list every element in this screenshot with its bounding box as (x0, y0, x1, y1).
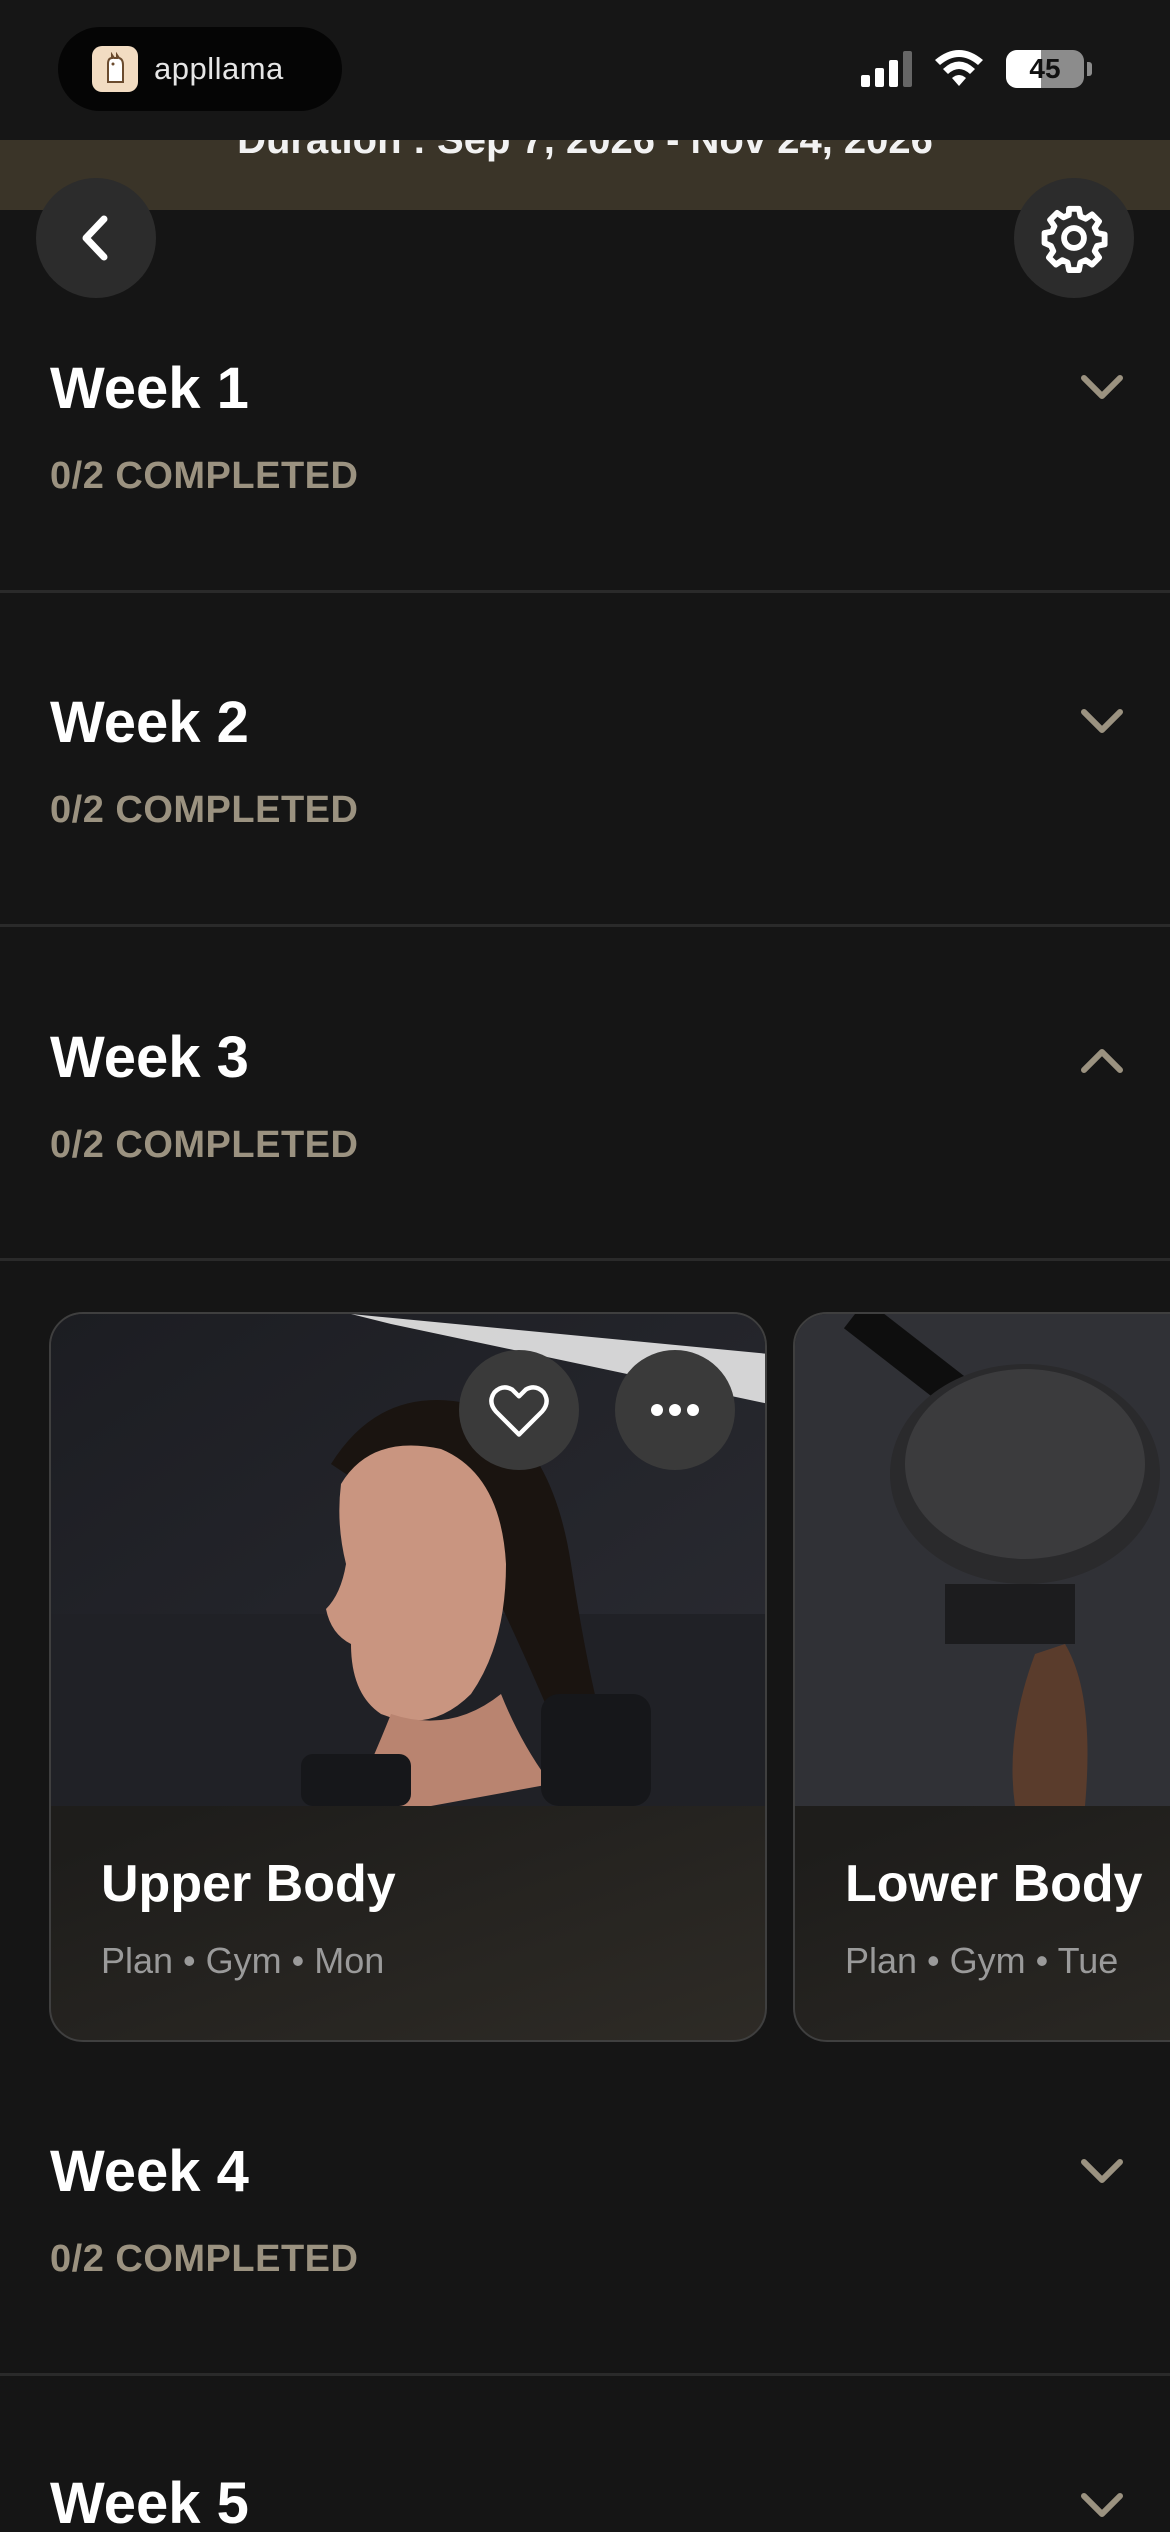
status-icons: 45 (861, 50, 1092, 88)
more-options-button[interactable] (615, 1350, 735, 1470)
ellipsis-icon (651, 1404, 699, 1416)
app-name: appllama (154, 51, 284, 86)
week-title: Week 2 (50, 690, 249, 755)
workout-photo (795, 1314, 1170, 1806)
program-screen: appllama 45 Duration : Sep 7, 2026 - Nov… (0, 0, 1170, 2532)
heart-icon (489, 1385, 549, 1437)
duration-banner: Duration : Sep 7, 2026 - Nov 24, 2026 (0, 140, 1170, 210)
chevron-up-icon[interactable] (1072, 1040, 1132, 1080)
cellular-signal-icon (861, 51, 912, 87)
wifi-icon (935, 50, 983, 86)
week-status: 0/2 COMPLETED (50, 1124, 359, 1166)
back-button[interactable] (36, 178, 156, 298)
week-title: Week 3 (50, 1025, 249, 1090)
week-title: Week 4 (50, 2139, 249, 2204)
duration-text: Duration : Sep 7, 2026 - Nov 24, 2026 (237, 140, 933, 162)
divider (0, 1258, 1170, 1261)
gear-icon (1041, 205, 1108, 273)
week-title: Week 1 (50, 356, 249, 421)
chevron-left-icon (82, 215, 108, 261)
workout-card-upper-body[interactable]: Upper Body Plan • Gym • Mon (49, 1312, 767, 2042)
week-status: 0/2 COMPLETED (50, 789, 359, 831)
divider (0, 924, 1170, 927)
app-switcher-pill[interactable]: appllama (58, 27, 342, 111)
app-logo-icon (92, 46, 138, 92)
status-bar: appllama 45 (0, 0, 1170, 140)
chevron-down-icon[interactable] (1072, 2152, 1132, 2192)
week-status: 0/2 COMPLETED (50, 2238, 359, 2280)
battery-tip (1087, 62, 1092, 76)
workout-meta: Plan • Gym • Tue (845, 1940, 1119, 1981)
week-status: 0/2 COMPLETED (50, 455, 359, 497)
workout-title: Upper Body (101, 1855, 396, 1913)
chevron-down-icon[interactable] (1072, 2486, 1132, 2526)
favorite-button[interactable] (459, 1350, 579, 1470)
workout-card-lower-body[interactable]: Lower Body Plan • Gym • Tue (793, 1312, 1170, 2042)
settings-button[interactable] (1014, 178, 1134, 298)
chevron-down-icon[interactable] (1072, 702, 1132, 742)
week-title: Week 5 (50, 2471, 249, 2532)
workout-meta: Plan • Gym • Mon (101, 1940, 385, 1981)
workout-photo (51, 1314, 765, 1806)
battery-percent: 45 (1029, 53, 1061, 84)
workout-title: Lower Body (845, 1855, 1143, 1913)
divider (0, 2373, 1170, 2376)
divider (0, 590, 1170, 593)
battery-icon: 45 (1006, 50, 1084, 88)
chevron-down-icon[interactable] (1072, 368, 1132, 408)
